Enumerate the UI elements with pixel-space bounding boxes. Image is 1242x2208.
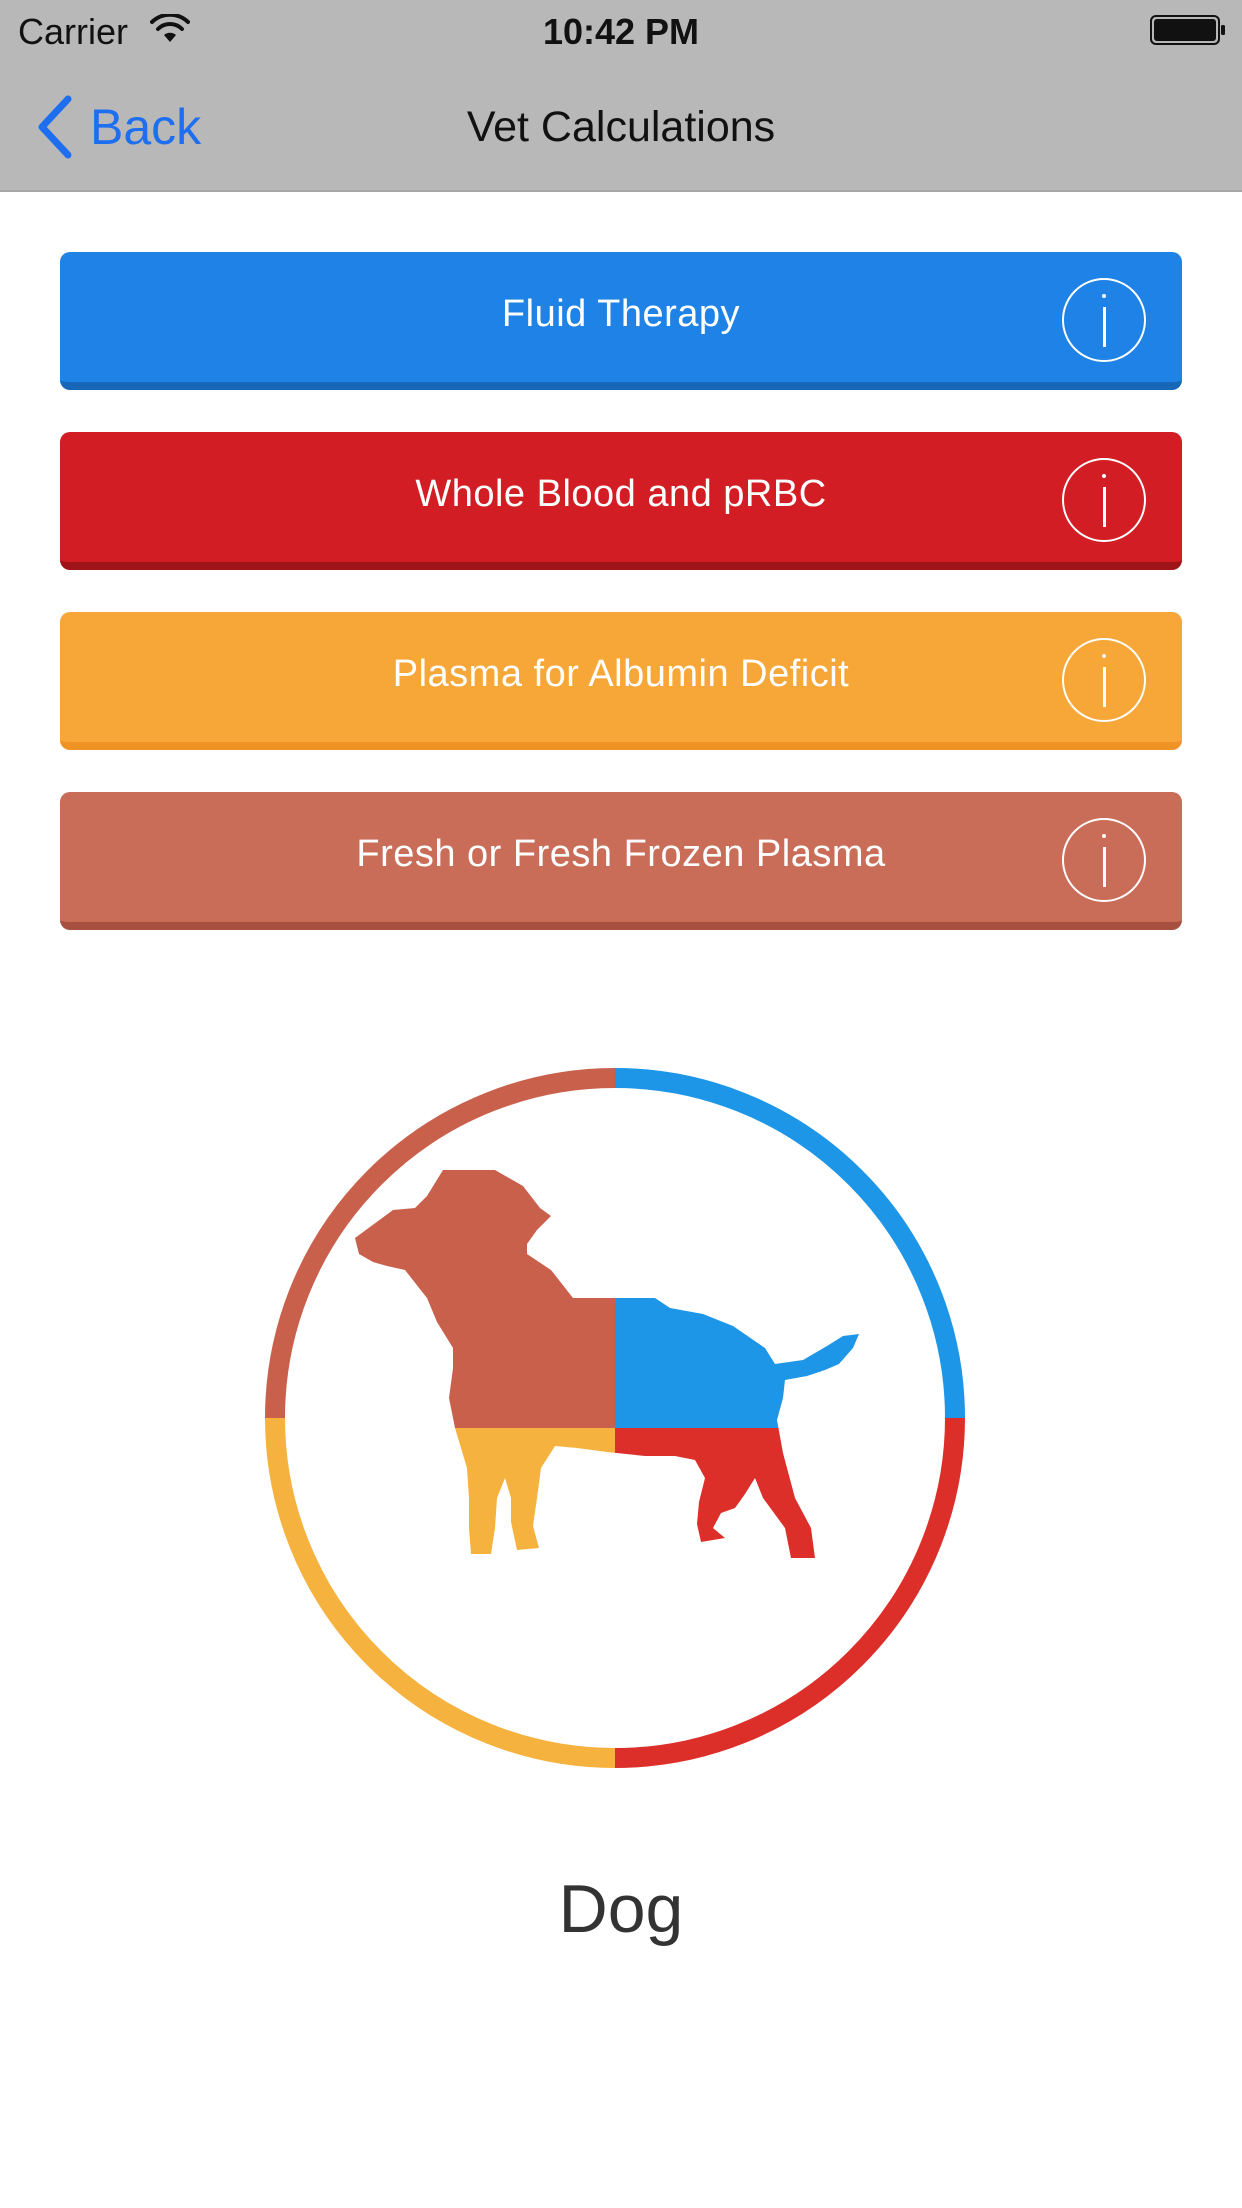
info-icon[interactable] <box>1062 458 1146 542</box>
dog-emblem-icon[interactable] <box>255 1058 975 1778</box>
animal-label: Dog <box>558 1871 684 1947</box>
plasma-albumin-button[interactable]: Plasma for Albumin Deficit <box>60 612 1182 750</box>
button-label: Plasma for Albumin Deficit <box>392 652 850 695</box>
info-icon[interactable] <box>1062 638 1146 722</box>
info-icon[interactable] <box>1062 278 1146 362</box>
status-time: 10:42 PM <box>542 11 700 52</box>
info-icon[interactable] <box>1062 818 1146 902</box>
page-title: Vet Calculations <box>466 103 776 151</box>
button-label: Whole Blood and pRBC <box>415 472 827 515</box>
button-label: Fluid Therapy <box>501 292 741 335</box>
fluid-therapy-button[interactable]: Fluid Therapy <box>60 252 1182 390</box>
button-label: Fresh or Fresh Frozen Plasma <box>356 832 886 875</box>
battery-icon <box>1150 15 1225 45</box>
navigation-bar: Carrier 10:42 PM Back Vet Calculations <box>0 0 1242 192</box>
whole-blood-button[interactable]: Whole Blood and pRBC <box>60 432 1182 570</box>
fresh-plasma-button[interactable]: Fresh or Fresh Frozen Plasma <box>60 792 1182 930</box>
